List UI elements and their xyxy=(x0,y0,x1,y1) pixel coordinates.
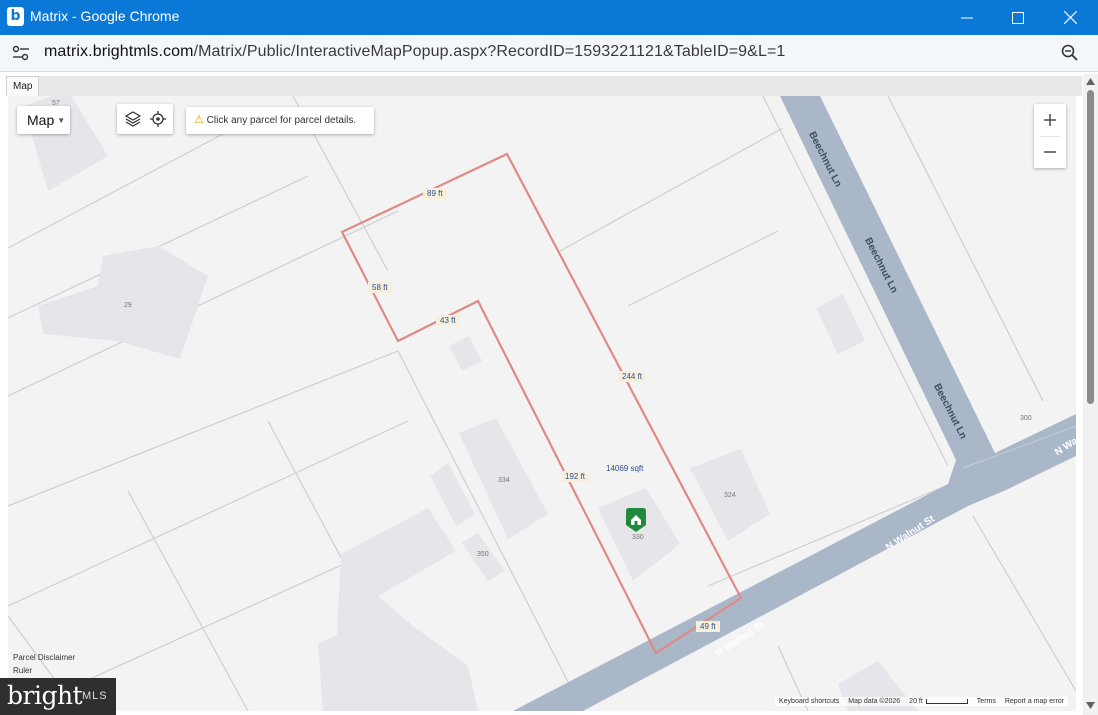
app-icon: b xyxy=(7,7,24,26)
warning-icon: ⚠ xyxy=(194,114,204,126)
building-number: 330 xyxy=(632,534,644,541)
zoom-out-icon[interactable] xyxy=(1061,44,1078,61)
minimize-icon xyxy=(961,17,973,18)
map-tools xyxy=(117,104,173,134)
building-number: 57 xyxy=(52,100,60,107)
site-settings-icon[interactable] xyxy=(12,45,30,61)
layers-icon[interactable] xyxy=(124,110,142,128)
vertical-scrollbar[interactable] xyxy=(1083,74,1098,715)
tab-strip: Map xyxy=(6,76,1082,96)
scroll-up-icon xyxy=(1086,78,1095,85)
parcel-area-label: 14069 sqft xyxy=(606,464,644,473)
close-icon xyxy=(1063,11,1077,24)
building-number: 324 xyxy=(724,492,736,499)
title-bar: b Matrix - Google Chrome xyxy=(0,0,1098,35)
map-area[interactable]: Map ▼ ⚠ Click any parcel for parcel detai… xyxy=(8,96,1076,711)
tab-map[interactable]: Map xyxy=(6,76,40,96)
building-number: 350 xyxy=(477,551,489,558)
map-footer: Keyboard shortcuts Map data ©2026 20 ft … xyxy=(774,697,1068,706)
measure-label-bottom: 49 ft xyxy=(696,621,720,632)
maximize-icon xyxy=(1012,11,1024,24)
measure-label-left: 58 ft xyxy=(368,282,392,293)
bright-mls-logo: bright MLS xyxy=(0,678,116,715)
terms-link[interactable]: Terms xyxy=(977,698,996,705)
building-number: 334 xyxy=(498,477,510,484)
minus-icon xyxy=(1044,151,1056,153)
caret-down-icon: ▼ xyxy=(57,116,66,125)
map-type-dropdown[interactable]: Map ▼ xyxy=(17,106,70,134)
measure-label-middle: 192 ft xyxy=(561,471,590,482)
scroll-down-icon xyxy=(1086,702,1095,709)
locate-icon[interactable] xyxy=(149,110,167,128)
measure-label-inner: 43 ft xyxy=(436,315,460,326)
report-map-error-link[interactable]: Report a map error xyxy=(1005,698,1064,705)
map-data-text: Map data ©2026 xyxy=(848,698,901,705)
maximize-button[interactable] xyxy=(995,0,1041,35)
scale-bar xyxy=(925,698,968,704)
zoom-control xyxy=(1034,104,1066,168)
scale-indicator[interactable]: 20 ft xyxy=(909,698,968,705)
parcel-disclaimer-link[interactable]: Parcel Disclaimer xyxy=(13,653,75,662)
building-number: 300 xyxy=(1020,415,1032,422)
address-bar[interactable]: matrix.brightmls.com/Matrix/Public/Inter… xyxy=(0,35,1098,72)
url-text[interactable]: matrix.brightmls.com/Matrix/Public/Inter… xyxy=(44,43,785,61)
parcel-notice: ⚠ Click any parcel for parcel details. xyxy=(186,107,374,134)
map-canvas[interactable] xyxy=(8,96,1076,711)
measure-label-right: 244 ft xyxy=(618,371,647,382)
window-title: Matrix - Google Chrome xyxy=(30,8,180,24)
plus-icon xyxy=(1044,114,1056,126)
zoom-out-button[interactable] xyxy=(1034,136,1066,168)
minimize-button[interactable] xyxy=(944,0,990,35)
building-number: 29 xyxy=(124,302,132,309)
zoom-in-button[interactable] xyxy=(1034,104,1066,136)
close-button[interactable] xyxy=(1047,0,1093,35)
scroll-thumb[interactable] xyxy=(1087,90,1094,404)
ruler-link[interactable]: Ruler xyxy=(13,666,32,675)
keyboard-shortcuts-link[interactable]: Keyboard shortcuts xyxy=(779,698,839,705)
measure-label-top: 89 ft xyxy=(423,188,447,199)
